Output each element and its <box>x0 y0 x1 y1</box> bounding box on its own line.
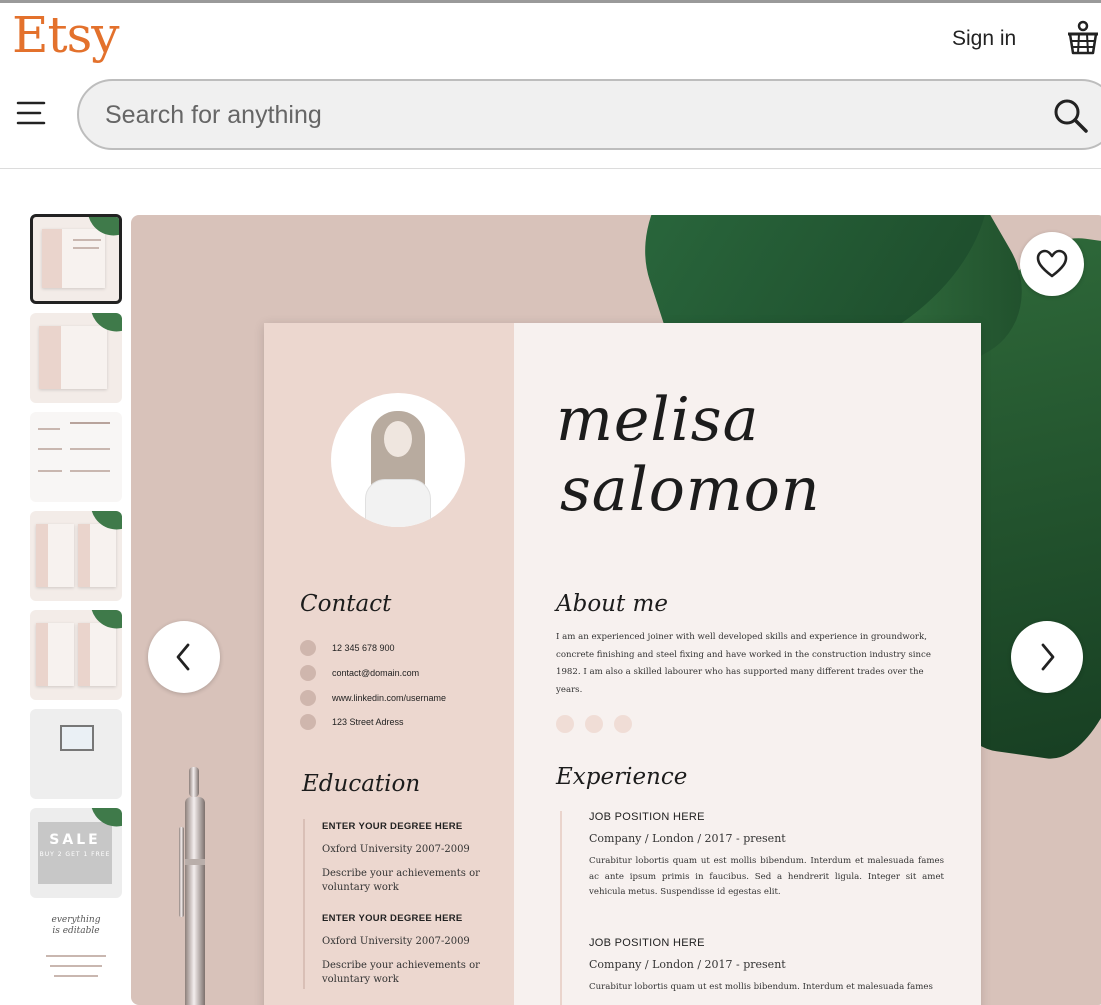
search-bar <box>77 79 1101 150</box>
editable-line-2: is editable <box>52 925 100 936</box>
contact-email-text: contact@domain.com <box>332 668 420 678</box>
linkedin-icon <box>300 690 316 706</box>
contact-address-text: 123 Street Adress <box>332 717 404 727</box>
location-icon <box>300 714 316 730</box>
job-description: Curabitur lobortis quam ut est mollis bi… <box>589 982 933 992</box>
job-description: Curabitur lobortis quam ut est mollis bi… <box>589 856 944 897</box>
instagram-icon <box>585 715 603 733</box>
editable-line-1: everything <box>51 915 101 925</box>
resume-last-name: salomon <box>560 455 821 525</box>
thumbnail-1[interactable] <box>30 214 122 304</box>
thumbnail-6[interactable] <box>30 709 122 799</box>
job-position: JOB POSITION HERE <box>589 937 705 949</box>
thumbnail-2[interactable] <box>30 313 122 403</box>
hamburger-icon[interactable] <box>16 100 46 126</box>
experience-entry: JOB POSITION HERE Company / London / 201… <box>589 811 944 901</box>
thumbnail-8[interactable]: everything is editable <box>30 907 122 997</box>
top-border <box>0 0 1101 3</box>
search-icon[interactable] <box>1053 98 1089 134</box>
sign-in-link[interactable]: Sign in <box>952 27 1016 51</box>
job-position: JOB POSITION HERE <box>589 811 705 823</box>
thumbnail-5[interactable] <box>30 610 122 700</box>
profile-photo <box>331 393 465 527</box>
education-degree: ENTER YOUR DEGREE HERE <box>322 821 463 832</box>
education-university: Oxford University 2007-2009 <box>322 844 470 855</box>
previous-image-button[interactable] <box>148 621 220 693</box>
experience-entry: JOB POSITION HERE Company / London / 201… <box>589 937 944 996</box>
thumbnail-4[interactable] <box>30 511 122 601</box>
education-entry: ENTER YOUR DEGREE HERE Oxford University… <box>322 913 482 987</box>
contact-phone-text: 12 345 678 900 <box>332 643 395 653</box>
education-heading: Education <box>302 771 421 797</box>
job-company: Company / London / 2017 - present <box>589 832 786 845</box>
education-description: Describe your achievements or voluntary … <box>322 868 480 893</box>
contact-email: contact@domain.com <box>300 664 419 682</box>
experience-timeline <box>560 811 562 1005</box>
chevron-right-icon <box>1041 643 1055 671</box>
contact-linkedin-text: www.linkedin.com/username <box>332 693 447 703</box>
contact-phone: 12 345 678 900 <box>300 639 395 657</box>
sale-title: SALE <box>49 832 101 848</box>
education-description: Describe your achievements or voluntary … <box>322 960 480 985</box>
header-divider <box>0 168 1101 169</box>
twitter-icon <box>556 715 574 733</box>
job-company: Company / London / 2017 - present <box>589 958 786 971</box>
sale-subtitle: BUY 2 GET 1 FREE <box>39 851 111 858</box>
next-image-button[interactable] <box>1011 621 1083 693</box>
email-icon <box>300 665 316 681</box>
education-timeline <box>303 819 305 989</box>
chevron-left-icon <box>176 643 190 671</box>
pinterest-icon <box>614 715 632 733</box>
contact-linkedin: www.linkedin.com/username <box>300 689 446 707</box>
pen-decoration <box>179 767 205 1005</box>
education-entry: ENTER YOUR DEGREE HERE Oxford University… <box>322 821 482 895</box>
heart-icon <box>1036 249 1068 278</box>
favorite-button[interactable] <box>1020 232 1084 296</box>
resume-first-name: melisa <box>556 385 760 455</box>
phone-icon <box>300 640 316 656</box>
education-degree: ENTER YOUR DEGREE HERE <box>322 913 463 924</box>
contact-heading: Contact <box>300 591 392 617</box>
thumbnail-3[interactable] <box>30 412 122 502</box>
experience-heading: Experience <box>556 764 688 790</box>
about-text: I am an experienced joiner with well dev… <box>556 632 931 695</box>
thumbnail-7[interactable]: SALE BUY 2 GET 1 FREE <box>30 808 122 898</box>
main-listing-image: melisa salomon Contact 12 345 678 900 co… <box>131 215 1101 1005</box>
education-university: Oxford University 2007-2009 <box>322 936 470 947</box>
etsy-logo[interactable]: Etsy <box>12 6 119 64</box>
search-input[interactable] <box>105 98 1005 132</box>
basket-icon[interactable] <box>1066 20 1100 56</box>
contact-address: 123 Street Adress <box>300 713 404 731</box>
resume-template: melisa salomon Contact 12 345 678 900 co… <box>264 323 981 1005</box>
about-heading: About me <box>556 591 668 617</box>
